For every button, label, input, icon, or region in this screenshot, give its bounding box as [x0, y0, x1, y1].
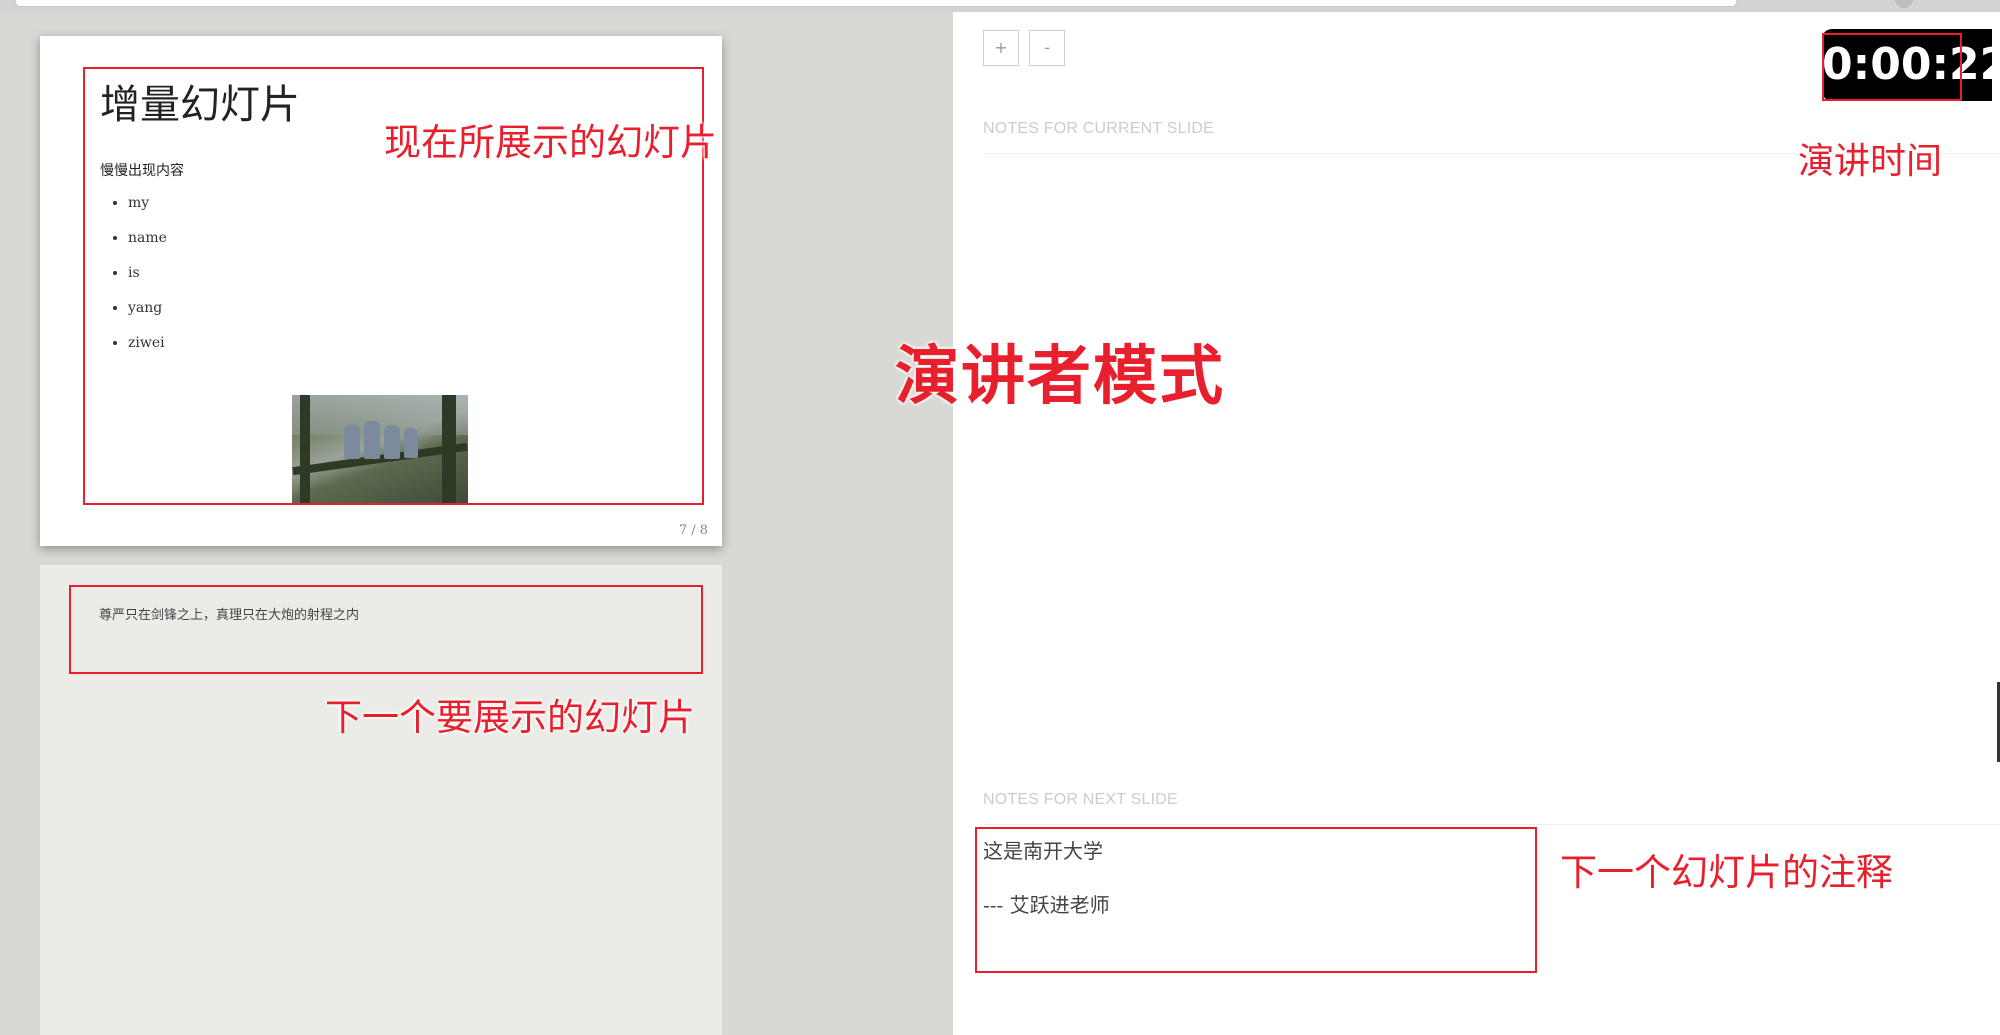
- divider: [983, 824, 2000, 825]
- annotation-current-slide-label: 现在所展示的幻灯片: [384, 121, 717, 164]
- annotation-timer-label: 演讲时间: [1798, 141, 1943, 182]
- annotation-box-timer: [1822, 33, 1962, 101]
- zoom-in-button[interactable]: +: [983, 30, 1019, 66]
- browser-top-strip: [0, 0, 2000, 12]
- annotation-next-notes-label: 下一个幻灯片的注释: [1560, 851, 1893, 894]
- address-bar-edge: [15, 0, 1737, 7]
- annotation-presenter-mode-label: 演讲者模式: [895, 340, 1225, 414]
- annotation-box-next-notes: [975, 827, 1537, 973]
- browser-menu-icon[interactable]: [1895, 0, 1913, 8]
- annotation-next-slide-label: 下一个要展示的幻灯片: [325, 696, 695, 739]
- zoom-out-button[interactable]: -: [1029, 30, 1065, 66]
- next-notes-heading: NOTES FOR NEXT SLIDE: [983, 791, 1178, 808]
- slide-counter: 7 / 8: [678, 523, 708, 538]
- current-notes-heading: NOTES FOR CURRENT SLIDE: [983, 120, 1214, 137]
- annotation-box-next-slide: [69, 585, 703, 674]
